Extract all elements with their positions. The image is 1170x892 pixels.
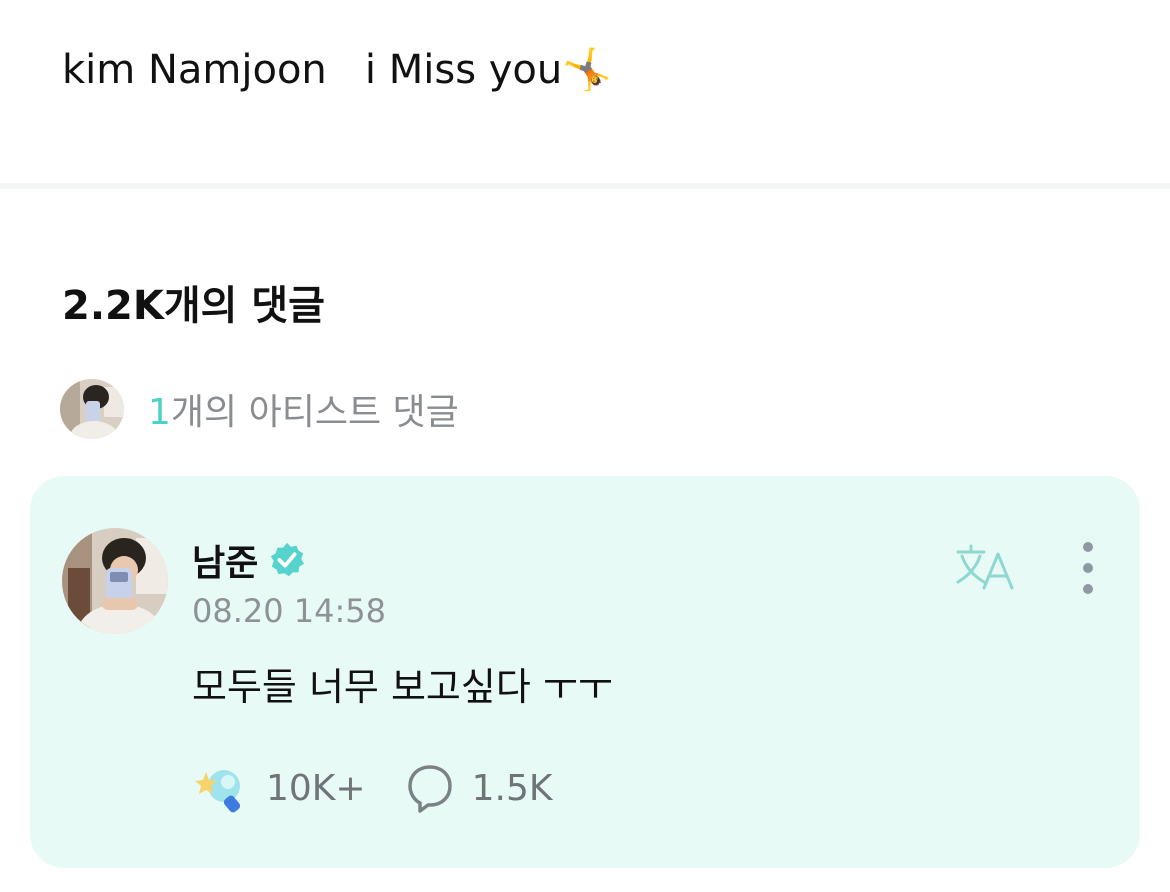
reply-count: 1.5K bbox=[471, 767, 553, 809]
section-divider bbox=[0, 183, 1170, 189]
reaction-lightstick-icon[interactable] bbox=[192, 760, 248, 816]
artist-avatar bbox=[60, 379, 124, 439]
artist-comment-number: 1 bbox=[148, 392, 171, 433]
translate-button[interactable] bbox=[954, 540, 1018, 596]
more-dot bbox=[1083, 584, 1093, 594]
artist-comments-row[interactable]: 1개의 아티스트 댓글 bbox=[60, 378, 459, 440]
author-line: 남준 bbox=[192, 532, 306, 588]
cartwheel-emoji-icon: 🤸 bbox=[562, 47, 613, 93]
comment-actions: 10K+ 1.5K bbox=[192, 758, 552, 818]
comments-count-title: 2.2K개의 댓글 bbox=[62, 283, 325, 329]
artist-comment-label: 개의 아티스트 댓글 bbox=[170, 392, 459, 433]
artist-comment-card: 남준 08.20 14:58 모두들 너무 보고싶다 ㅜㅜ 10K+ 1.5K bbox=[30, 476, 1140, 868]
more-vertical-icon bbox=[1083, 542, 1093, 552]
more-dot bbox=[1083, 563, 1093, 573]
more-options-button[interactable] bbox=[1070, 542, 1106, 594]
author-name[interactable]: 남준 bbox=[192, 534, 258, 586]
verified-badge-icon bbox=[271, 542, 305, 577]
artist-comment-count: 1개의 아티스트 댓글 bbox=[148, 383, 459, 435]
post-text: kim Namjoon i Miss you🤸 bbox=[62, 42, 612, 98]
comment-timestamp: 08.20 14:58 bbox=[192, 592, 386, 630]
post-text-content: kim Namjoon i Miss you bbox=[62, 47, 563, 93]
translate-icon bbox=[956, 544, 1014, 590]
author-avatar[interactable] bbox=[62, 528, 168, 634]
reply-bubble-icon[interactable] bbox=[406, 763, 454, 813]
comment-body: 모두들 너무 보고싶다 ㅜㅜ bbox=[192, 665, 613, 709]
reaction-count: 10K+ bbox=[266, 767, 366, 809]
